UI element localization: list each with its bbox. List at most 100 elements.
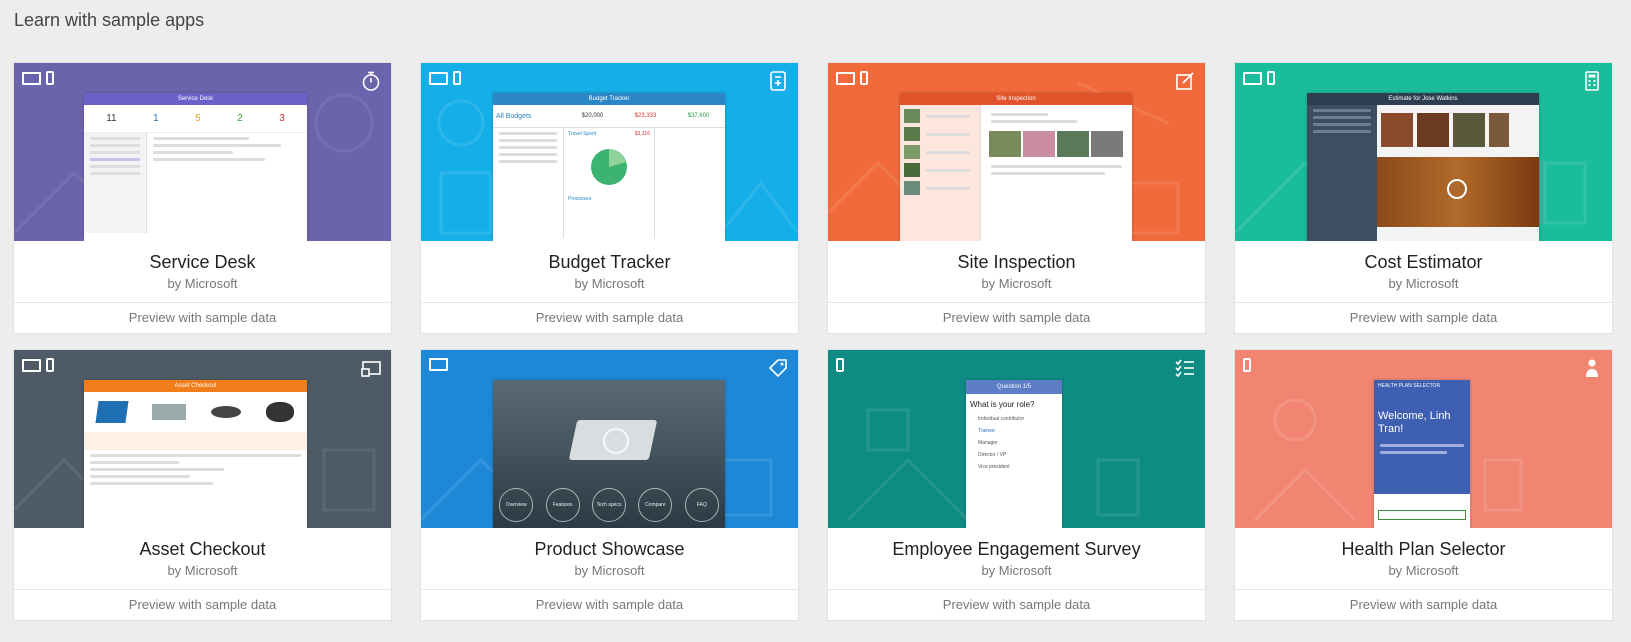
card-banner: Question 1/5 What is your role? Individu… [828, 350, 1205, 528]
pie-chart [591, 149, 627, 185]
budget-amount: $23,333 [634, 113, 657, 119]
app-name: Site Inspection [957, 252, 1076, 272]
app-author: by Microsoft [1388, 276, 1459, 291]
screenshot-title: Site Inspection [900, 93, 1132, 105]
preview-link[interactable]: Preview with sample data [14, 303, 391, 333]
sample-app-card-site-inspection[interactable]: Site Inspection Site Inspection by Micro… [828, 63, 1205, 333]
sample-app-card-budget-tracker[interactable]: Budget Tracker All Budgets $20,000 $23,3… [421, 63, 798, 333]
preview-link[interactable]: Preview with sample data [421, 590, 798, 620]
tablet-icon [429, 72, 448, 85]
checklist-icon [1175, 359, 1194, 378]
tag-icon [768, 359, 787, 378]
app-screenshot: Question 1/5 What is your role? Individu… [966, 380, 1062, 528]
survey-option: Vice president [978, 464, 1010, 470]
supported-devices [22, 71, 54, 85]
tablet-icon [22, 359, 41, 372]
card-info: Site Inspection by Microsoft [828, 241, 1205, 303]
survey-option: Trainee [978, 428, 995, 434]
card-banner: Asset Checkout [14, 350, 391, 528]
phone-icon [46, 71, 54, 85]
welcome-text: Welcome, Linh Tran! [1378, 410, 1451, 435]
phone-icon [1243, 358, 1251, 372]
sample-app-card-employee-engagement-survey[interactable]: Question 1/5 What is your role? Individu… [828, 350, 1205, 620]
app-name: Cost Estimator [1364, 252, 1483, 272]
card-info: Budget Tracker by Microsoft [421, 241, 798, 303]
app-name: Asset Checkout [139, 539, 266, 559]
sample-app-card-cost-estimator[interactable]: Estimate for Jose Watkins Cost Estimator… [1235, 63, 1612, 333]
app-screenshot: Service Desk 11 1 5 2 3 [84, 93, 307, 241]
card-info: Employee Engagement Survey by Microsoft [828, 528, 1205, 590]
preview-link[interactable]: Preview with sample data [14, 590, 391, 620]
showcase-tab: FAQ [684, 488, 719, 522]
section-total: $3,316 [634, 131, 650, 137]
preview-link[interactable]: Preview with sample data [421, 303, 798, 333]
card-info: Health Plan Selector by Microsoft [1235, 528, 1612, 590]
app-name: Budget Tracker [548, 252, 671, 272]
showcase-tab: Tech specs [591, 488, 626, 522]
app-author: by Microsoft [167, 563, 238, 578]
card-banner: Site Inspection [828, 63, 1205, 241]
person-add-icon [1586, 359, 1601, 377]
supported-devices [22, 358, 54, 372]
screenshot-title: Service Desk [84, 93, 307, 105]
sample-app-card-product-showcase[interactable]: Overview Features Tech specs Compare FAQ… [421, 350, 798, 620]
budget-amount: $20,000 [581, 113, 604, 119]
budget-amount: $37,600 [687, 113, 710, 119]
survey-option: Director / VP [978, 452, 1007, 458]
card-info: Asset Checkout by Microsoft [14, 528, 391, 590]
card-banner: HEALTH PLAN SELECTOR Welcome, Linh Tran! [1235, 350, 1612, 528]
app-screenshot: Site Inspection [900, 93, 1132, 241]
screenshot-title: Question 1/5 [966, 380, 1062, 394]
card-banner: Overview Features Tech specs Compare FAQ [421, 350, 798, 528]
tablet-icon [429, 358, 448, 371]
phone-icon [46, 358, 54, 372]
supported-devices [1243, 358, 1251, 372]
app-screenshot: Budget Tracker All Budgets $20,000 $23,3… [493, 93, 725, 241]
stat-value: 3 [279, 113, 285, 124]
app-author: by Microsoft [1388, 563, 1459, 578]
calculator-icon [1585, 71, 1599, 91]
showcase-tab: Overview [499, 488, 534, 522]
app-author: by Microsoft [981, 276, 1052, 291]
supported-devices [429, 71, 461, 85]
stopwatch-icon [362, 71, 380, 91]
showcase-tab: Compare [638, 488, 673, 522]
screenshot-title: HEALTH PLAN SELECTOR [1374, 380, 1470, 392]
section-label: Travel Spent [568, 131, 597, 137]
app-author: by Microsoft [981, 563, 1052, 578]
screenshot-title: Budget Tracker [493, 93, 725, 105]
card-banner: Estimate for Jose Watkins [1235, 63, 1612, 241]
stat-value: 11 [106, 113, 117, 124]
stat-value: 1 [153, 113, 159, 124]
survey-option: Manager [978, 440, 998, 446]
preview-link[interactable]: Preview with sample data [1235, 590, 1612, 620]
tablet-icon [1243, 72, 1262, 85]
app-screenshot: Overview Features Tech specs Compare FAQ [493, 380, 725, 528]
sample-app-card-asset-checkout[interactable]: Asset Checkout Asset Checkout by Microso… [14, 350, 391, 620]
supported-devices [836, 358, 844, 372]
phone-icon [453, 71, 461, 85]
cast-icon [361, 361, 381, 377]
app-name: Employee Engagement Survey [892, 539, 1141, 559]
sample-app-card-service-desk[interactable]: Service Desk 11 1 5 2 3 Service Desk by … [14, 63, 391, 333]
tablet-icon [22, 72, 41, 85]
sample-apps-grid: Service Desk 11 1 5 2 3 Service Desk by … [14, 63, 1612, 620]
app-screenshot: Asset Checkout [84, 380, 307, 528]
preview-link[interactable]: Preview with sample data [828, 303, 1205, 333]
phone-icon [836, 358, 844, 372]
calculator-book-icon [770, 71, 786, 91]
card-info: Service Desk by Microsoft [14, 241, 391, 303]
app-screenshot: HEALTH PLAN SELECTOR Welcome, Linh Tran! [1374, 380, 1470, 528]
preview-link[interactable]: Preview with sample data [828, 590, 1205, 620]
app-author: by Microsoft [167, 276, 238, 291]
app-name: Health Plan Selector [1341, 539, 1506, 559]
survey-question: What is your role? [970, 400, 1035, 409]
budgets-header: All Budgets [496, 112, 532, 120]
card-info: Cost Estimator by Microsoft [1235, 241, 1612, 303]
sample-app-card-health-plan-selector[interactable]: HEALTH PLAN SELECTOR Welcome, Linh Tran!… [1235, 350, 1612, 620]
phone-icon [860, 71, 868, 85]
showcase-tab: Features [545, 488, 580, 522]
preview-link[interactable]: Preview with sample data [1235, 303, 1612, 333]
survey-option: Individual contributor [978, 416, 1025, 422]
tablet-icon [836, 72, 855, 85]
